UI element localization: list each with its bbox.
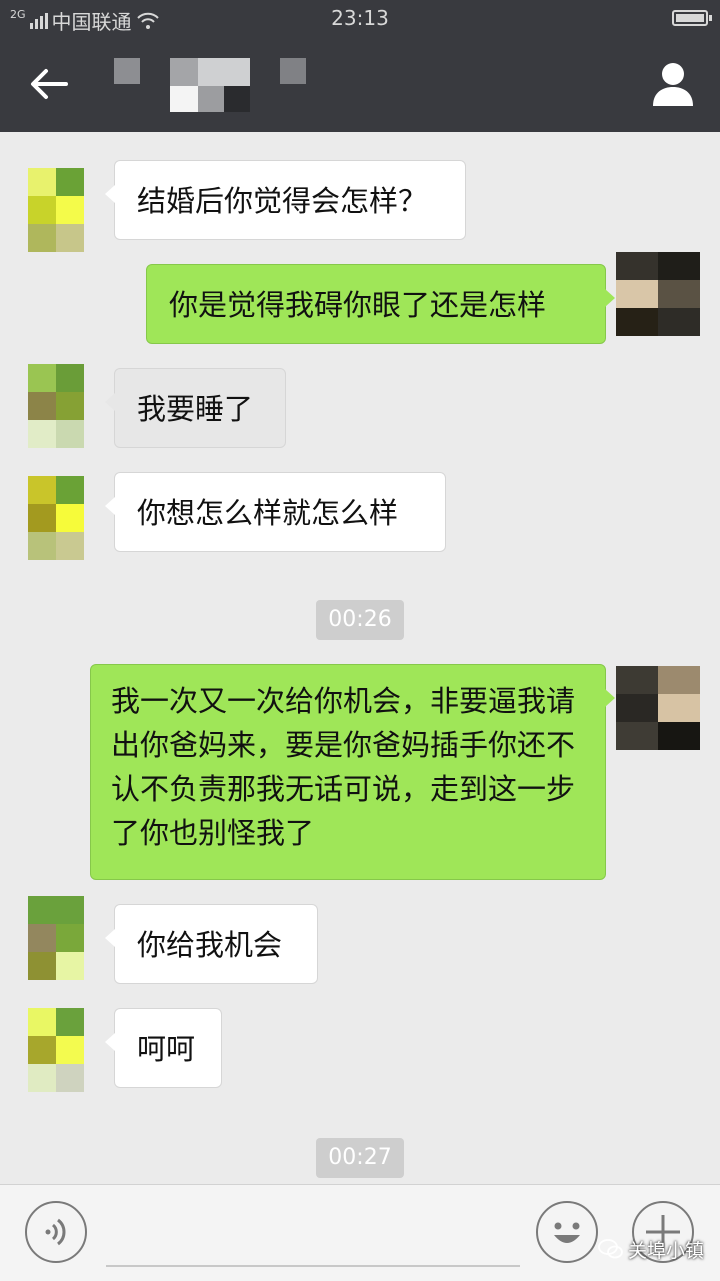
message-bubble[interactable]: 你是觉得我碍你眼了还是怎样 [146,264,615,344]
message-bubble[interactable]: 我要睡了 [105,368,286,448]
arrow-left-icon [31,69,68,99]
message-bubble[interactable]: 你想怎么样就怎么样 [105,472,446,552]
wechat-logo-icon [598,1239,623,1259]
battery-icon [672,10,712,26]
message-text: 你是觉得我碍你眼了还是怎样 [169,288,547,322]
back-button[interactable] [26,62,74,106]
contact-avatar[interactable] [28,476,84,560]
watermark-text: 关埠小镇 [628,1239,705,1262]
voice-input-button[interactable] [25,1201,87,1263]
message-text: 呵呵 [137,1032,196,1066]
status-bar: 2G 中国联通 23:13 [0,0,720,36]
timestamp: 00:27 [316,1138,404,1178]
message-list[interactable]: 结婚后你觉得会怎样？ 你是觉得我碍你眼了还是怎样 我要睡了 你想怎么样就怎么样 … [0,132,720,1184]
watermark: 关埠小镇 [598,1235,704,1263]
my-avatar[interactable] [616,666,700,750]
message-text: 你想怎么样就怎么样 [137,496,399,530]
message-text: 结婚后你觉得会怎样？ [137,184,428,218]
chat-header [0,36,720,132]
contact-name-obscured [110,56,310,112]
message-text: 你给我机会 [137,928,283,962]
input-bar [0,1184,720,1281]
message-bubble[interactable]: 我一次又一次给你机会，非要逼我请出你爸妈来，要是你爸妈插手你还不认不负责那我无话… [90,664,615,880]
voice-icon [45,1218,66,1246]
contact-info-button[interactable] [650,60,696,108]
clock: 23:13 [331,6,389,30]
contact-avatar[interactable] [28,168,84,252]
person-icon [653,63,693,106]
timestamp: 00:26 [316,600,404,640]
message-input[interactable] [106,1265,520,1267]
message-text: 我要睡了 [137,392,254,426]
emoji-button[interactable] [536,1201,598,1263]
message-bubble[interactable]: 结婚后你觉得会怎样？ [105,160,466,240]
message-bubble[interactable]: 呵呵 [105,1008,222,1088]
my-avatar[interactable] [616,252,700,336]
contact-avatar[interactable] [28,1008,84,1092]
contact-avatar[interactable] [28,364,84,448]
contact-avatar[interactable] [28,896,84,980]
message-bubble[interactable]: 你给我机会 [105,904,318,984]
message-text: 我一次又一次给你机会，非要逼我请出你爸妈来，要是你爸妈插手你还不认不负责那我无话… [111,684,576,850]
smiley-icon [554,1222,580,1243]
